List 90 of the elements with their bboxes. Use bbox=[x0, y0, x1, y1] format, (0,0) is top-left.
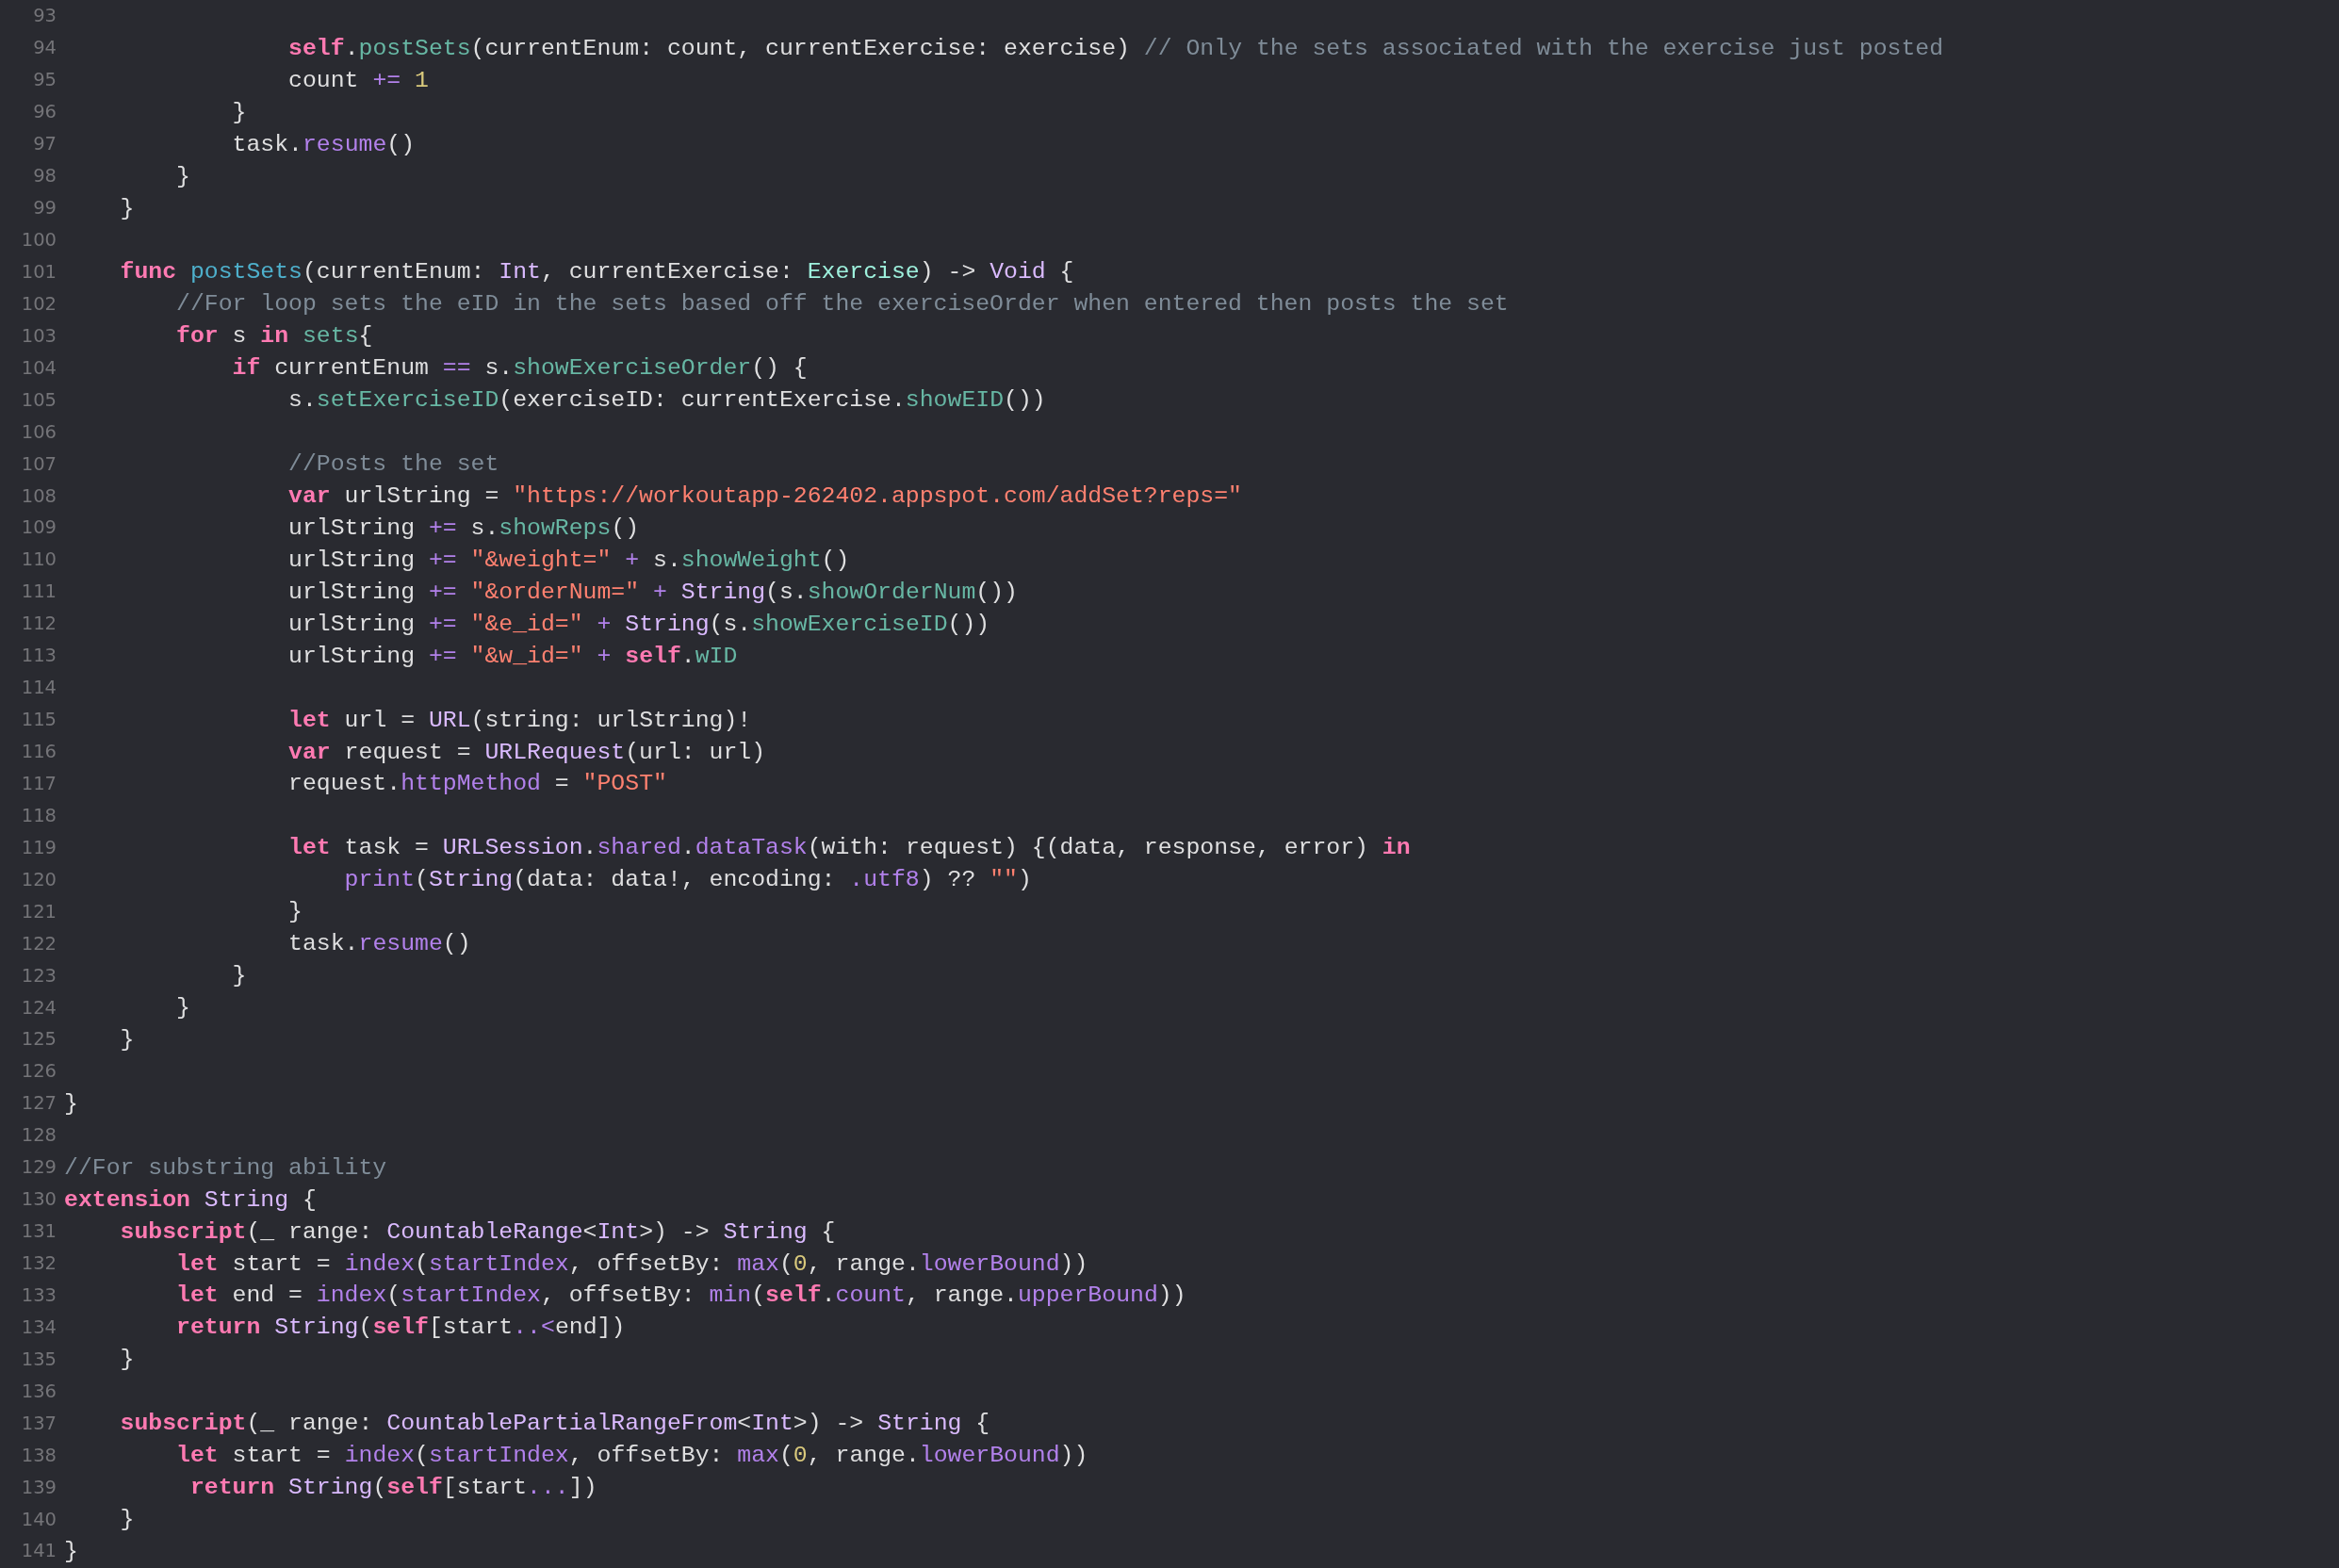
code-line: request.httpMethod = "POST" bbox=[287, 770, 667, 797]
code-line: let url = URL(string: urlString)! bbox=[287, 706, 752, 733]
line-number: 100 bbox=[20, 229, 57, 252]
code-line: } bbox=[175, 994, 190, 1021]
line-number: 126 bbox=[20, 1060, 57, 1083]
line-number: 121 bbox=[20, 900, 57, 923]
line-number: 105 bbox=[20, 388, 57, 411]
code-line: } bbox=[231, 98, 247, 125]
line-number: 108 bbox=[20, 484, 57, 507]
line-number: 101 bbox=[20, 260, 57, 283]
line-number: 112 bbox=[20, 612, 57, 635]
line-number: 111 bbox=[20, 580, 57, 603]
line-number: 118 bbox=[20, 804, 57, 826]
line-number: 102 bbox=[20, 292, 57, 315]
line-number: 103 bbox=[20, 324, 57, 347]
code-line: } bbox=[119, 1025, 135, 1053]
line-number: 97 bbox=[32, 133, 57, 155]
code-line: urlString += "&weight=" + s.showWeight() bbox=[287, 546, 850, 573]
line-number: 107 bbox=[20, 452, 57, 475]
line-number: 124 bbox=[20, 996, 57, 1019]
line-number: 109 bbox=[20, 516, 57, 539]
code-line: subscript(_ range: CountableRange<Int>) -> String { bbox=[119, 1217, 836, 1245]
code-line: } bbox=[64, 1089, 78, 1117]
code-line: let start = index(startIndex, offsetBy: max(0, range.lowerBound)) bbox=[175, 1250, 1088, 1277]
code-line: urlString += s.showReps() bbox=[287, 514, 640, 541]
line-number: 137 bbox=[20, 1412, 57, 1434]
line-number: 104 bbox=[20, 356, 57, 379]
code-line: urlString += "&w_id=" + self.wID bbox=[287, 642, 738, 669]
line-number: 106 bbox=[20, 420, 57, 443]
code-line: count += 1 bbox=[287, 66, 429, 93]
code-line: for s in sets{ bbox=[175, 322, 373, 350]
line-number: 139 bbox=[20, 1476, 57, 1498]
line-number: 128 bbox=[20, 1124, 57, 1147]
line-number: 132 bbox=[20, 1252, 57, 1275]
code-line: self.postSets(currentEnum: count, currentExercise: exercise) // Only the sets associated with the exercise just posted bbox=[287, 34, 1944, 61]
code-line: } bbox=[64, 1537, 78, 1564]
line-number: 135 bbox=[20, 1348, 57, 1370]
line-number: 133 bbox=[20, 1283, 57, 1306]
line-number: 131 bbox=[20, 1220, 57, 1243]
line-number: 130 bbox=[20, 1188, 57, 1211]
line-number: 140 bbox=[20, 1508, 57, 1530]
code-line: urlString += "&orderNum=" + String(s.showOrderNum()) bbox=[287, 578, 1018, 605]
code-line: } bbox=[287, 898, 303, 925]
code-line: extension String { bbox=[64, 1185, 317, 1213]
code-line: return String(self[start..<end]) bbox=[175, 1314, 626, 1341]
code-line: urlString += "&e_id=" + String(s.showExerciseID()) bbox=[287, 610, 990, 637]
line-number: 93 bbox=[32, 5, 57, 27]
code-line: if currentEnum == s.showExerciseOrder() { bbox=[231, 354, 808, 382]
code-line: } bbox=[119, 194, 135, 221]
code-line: let end = index(startIndex, offsetBy: min(self.count, range.upperBound)) bbox=[175, 1282, 1186, 1309]
line-number: 96 bbox=[32, 101, 57, 123]
code-line: var urlString = "https://workoutapp-262402.appspot.com/addSet?reps=" bbox=[287, 482, 1242, 510]
code-line: //For substring ability bbox=[64, 1153, 387, 1181]
line-number: 94 bbox=[32, 37, 57, 59]
code-line: } bbox=[175, 162, 190, 189]
line-number: 123 bbox=[20, 964, 57, 987]
code-line: } bbox=[119, 1506, 135, 1533]
code-line: //Posts the set bbox=[287, 450, 499, 478]
line-number: 125 bbox=[20, 1028, 57, 1051]
line-number: 136 bbox=[20, 1380, 57, 1402]
line-number: 120 bbox=[20, 868, 57, 890]
code-line: return String(self[start...]) bbox=[188, 1474, 597, 1501]
line-number: 115 bbox=[20, 709, 57, 731]
line-number: 122 bbox=[20, 932, 57, 955]
line-number: 114 bbox=[20, 677, 57, 699]
code-line: let start = index(startIndex, offsetBy: max(0, range.lowerBound)) bbox=[175, 1442, 1088, 1469]
line-number: 141 bbox=[20, 1540, 57, 1562]
code-line: let task = URLSession.shared.dataTask(with: request) {(data, response, error) in bbox=[287, 834, 1411, 861]
line-number: 127 bbox=[20, 1092, 57, 1115]
code-line: } bbox=[119, 1346, 135, 1373]
line-number: 116 bbox=[20, 741, 57, 763]
code-line: var request = URLRequest(url: url) bbox=[287, 738, 766, 765]
line-number: 98 bbox=[32, 165, 57, 188]
line-number: 99 bbox=[32, 197, 57, 220]
code-line: func postSets(currentEnum: Int, currentExercise: Exercise) -> Void { bbox=[119, 258, 1074, 286]
code-line: task.resume() bbox=[287, 930, 471, 957]
line-number: 95 bbox=[32, 69, 57, 91]
code-line: s.setExerciseID(exerciseID: currentExercise.showEID()) bbox=[287, 386, 1046, 414]
code-line: } bbox=[231, 962, 247, 989]
line-number: 134 bbox=[20, 1315, 57, 1338]
code-line: print(String(data: data!, encoding: .utf8) ?? "") bbox=[343, 866, 1032, 893]
code-line: //For loop sets the eID in the sets based off the exerciseOrder when entered then posts the set bbox=[175, 290, 1509, 318]
line-number: 138 bbox=[20, 1444, 57, 1466]
line-number: 129 bbox=[20, 1156, 57, 1179]
line-number: 110 bbox=[20, 548, 57, 571]
line-number: 119 bbox=[20, 836, 57, 858]
line-number: 117 bbox=[20, 772, 57, 794]
code-line: subscript(_ range: CountablePartialRangeFrom<Int>) -> String { bbox=[119, 1410, 990, 1437]
line-number: 113 bbox=[20, 645, 57, 667]
code-line: task.resume() bbox=[231, 130, 416, 157]
